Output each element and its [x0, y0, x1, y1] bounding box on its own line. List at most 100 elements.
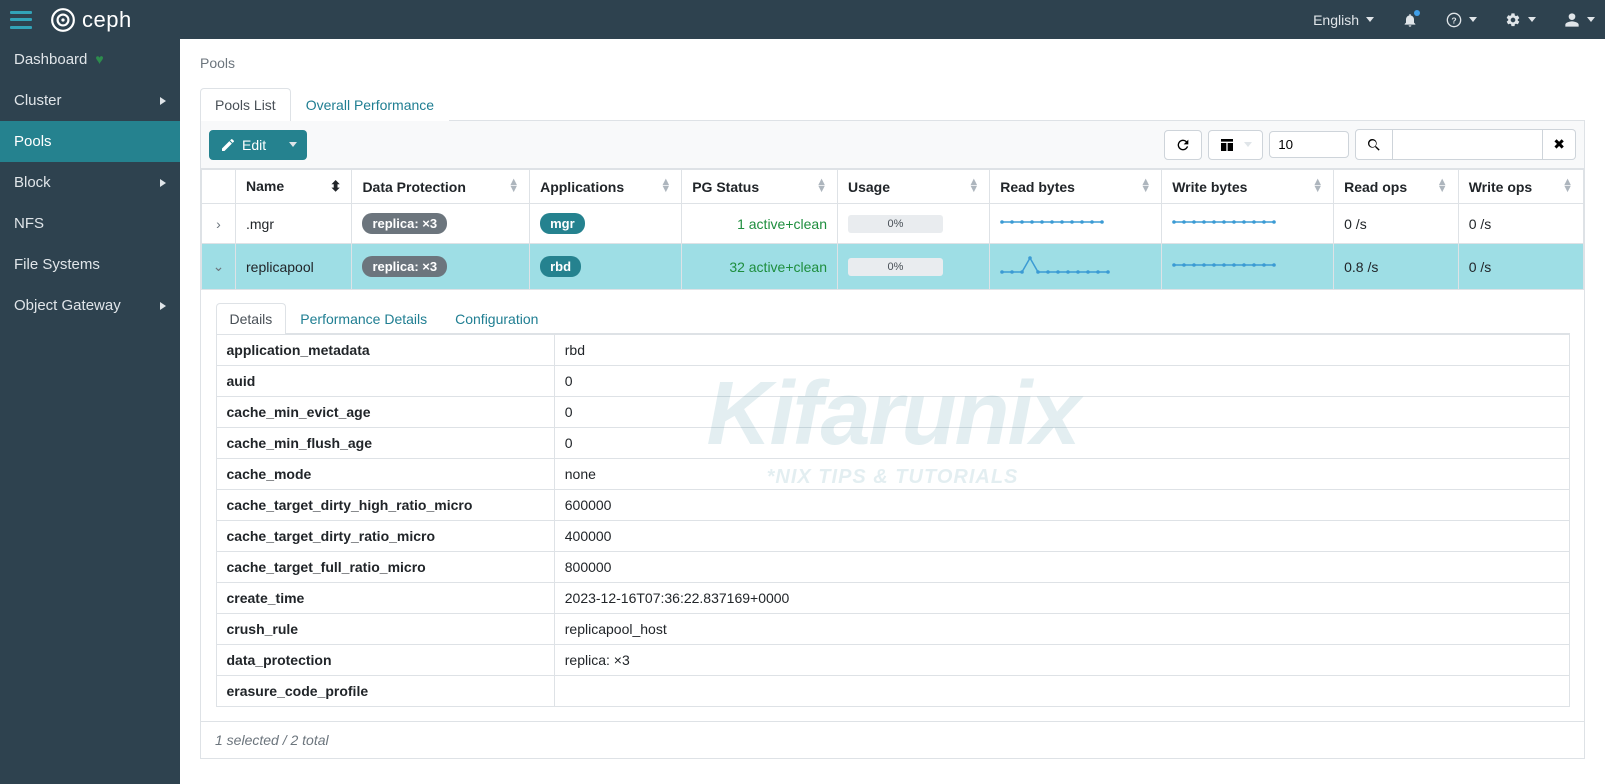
detail-row-item: crush_rulereplicapool_host — [216, 614, 1569, 645]
user-menu[interactable] — [1564, 12, 1595, 28]
detail-row: Details Performance Details Configuratio… — [202, 290, 1584, 722]
col-pg-status[interactable]: PG Status▲▼ — [682, 170, 838, 204]
sidebar-item-block[interactable]: Block — [0, 162, 180, 203]
col-usage[interactable]: Usage▲▼ — [838, 170, 990, 204]
table-row[interactable]: ⌄ replicapool replica: ×3 rbd 32 active+… — [202, 244, 1584, 290]
page-size-input[interactable] — [1269, 131, 1349, 158]
col-write-ops[interactable]: Write ops▲▼ — [1458, 170, 1583, 204]
col-write-bytes[interactable]: Write bytes▲▼ — [1162, 170, 1334, 204]
detail-row-item: erasure_code_profile — [216, 676, 1569, 707]
sort-icon: ▲▼ — [1140, 179, 1151, 193]
cell-dp: replica: ×3 — [352, 204, 530, 244]
detail-row-item: cache_min_flush_age0 — [216, 428, 1569, 459]
sort-icon: ▲▼ — [968, 179, 979, 193]
cell-read-ops: 0.8 /s — [1334, 244, 1459, 290]
chevron-right-icon — [160, 92, 166, 109]
table-row[interactable]: › .mgr replica: ×3 mgr 1 active+clean 0%… — [202, 204, 1584, 244]
toolbar: Edit ✖ — [201, 121, 1584, 169]
edit-button[interactable]: Edit — [209, 130, 277, 160]
subtab-details[interactable]: Details — [216, 303, 287, 334]
sort-icon: ▲▼ — [660, 179, 671, 193]
sparkline-icon — [1000, 212, 1110, 232]
main-content: Kifarunix *NIX TIPS & TUTORIALS Pools Po… — [180, 39, 1605, 784]
sidebar-item-objectgateway[interactable]: Object Gateway — [0, 285, 180, 326]
bell-icon — [1402, 12, 1418, 28]
top-nav: ceph English ? — [0, 0, 1605, 39]
logo[interactable]: ceph — [50, 7, 132, 33]
sidebar-item-nfs[interactable]: NFS — [0, 203, 180, 244]
cell-apps: mgr — [530, 204, 682, 244]
detail-row-item: cache_target_dirty_high_ratio_micro60000… — [216, 490, 1569, 521]
refresh-icon — [1175, 137, 1191, 153]
col-name[interactable]: Name ⬍ — [236, 170, 352, 204]
search-icon — [1366, 137, 1382, 153]
detail-row-item: application_metadatarbd — [216, 335, 1569, 366]
cell-name: .mgr — [236, 204, 352, 244]
hamburger-icon[interactable] — [10, 11, 32, 29]
expand-toggle[interactable]: › — [202, 204, 236, 244]
user-icon — [1564, 12, 1580, 28]
col-read-bytes[interactable]: Read bytes▲▼ — [990, 170, 1162, 204]
cell-usage: 0% — [838, 244, 990, 290]
cell-name: replicapool — [236, 244, 352, 290]
detail-row-item: cache_target_dirty_ratio_micro400000 — [216, 521, 1569, 552]
health-ok-icon: ♥ — [95, 51, 103, 67]
sort-icon: ▲▼ — [508, 179, 519, 193]
sidebar-item-dashboard[interactable]: Dashboard♥ — [0, 39, 180, 80]
sub-tabs: Details Performance Details Configuratio… — [216, 302, 1570, 334]
detail-row-item: cache_min_evict_age0 — [216, 397, 1569, 428]
settings-menu[interactable] — [1505, 12, 1536, 28]
cell-write-ops: 0 /s — [1458, 204, 1583, 244]
cell-read-bytes — [990, 244, 1162, 290]
edit-button-group: Edit — [209, 130, 307, 160]
edit-dropdown-toggle[interactable] — [277, 130, 307, 160]
tab-overall-performance[interactable]: Overall Performance — [291, 88, 449, 121]
cell-dp: replica: ×3 — [352, 244, 530, 290]
main-tabs: Pools List Overall Performance — [200, 87, 1585, 121]
cell-read-bytes — [990, 204, 1162, 244]
col-read-ops[interactable]: Read ops▲▼ — [1334, 170, 1459, 204]
sidebar-item-pools[interactable]: Pools — [0, 121, 180, 162]
help-icon: ? — [1446, 12, 1462, 28]
detail-row-item: auid0 — [216, 366, 1569, 397]
sidebar-item-cluster[interactable]: Cluster — [0, 80, 180, 121]
edit-button-label: Edit — [242, 137, 266, 153]
breadcrumb: Pools — [200, 55, 1585, 71]
gear-icon — [1505, 12, 1521, 28]
logo-text: ceph — [82, 7, 132, 33]
sparkline-icon — [1172, 255, 1282, 275]
cell-pg: 1 active+clean — [682, 204, 838, 244]
cell-write-ops: 0 /s — [1458, 244, 1583, 290]
detail-row-item: cache_target_full_ratio_micro800000 — [216, 552, 1569, 583]
table-icon — [1219, 137, 1235, 153]
sort-icon: ▲▼ — [1562, 179, 1573, 193]
language-selector[interactable]: English — [1313, 12, 1374, 28]
help-menu[interactable]: ? — [1446, 12, 1477, 28]
svg-text:?: ? — [1451, 15, 1456, 25]
chevron-right-icon — [160, 297, 166, 314]
subtab-configuration[interactable]: Configuration — [441, 303, 552, 334]
cell-apps: rbd — [530, 244, 682, 290]
sidebar-item-filesystems[interactable]: File Systems — [0, 244, 180, 285]
cell-pg: 32 active+clean — [682, 244, 838, 290]
expand-toggle[interactable]: ⌄ — [202, 244, 236, 290]
search-group: ✖ — [1355, 129, 1576, 160]
cell-usage: 0% — [838, 204, 990, 244]
detail-row-item: cache_modenone — [216, 459, 1569, 490]
tab-pools-list[interactable]: Pools List — [200, 88, 291, 121]
pencil-icon — [220, 137, 236, 153]
detail-row-item: create_time2023-12-16T07:36:22.837169+00… — [216, 583, 1569, 614]
sort-icon: ▲▼ — [816, 179, 827, 193]
search-button[interactable] — [1355, 129, 1393, 160]
col-applications[interactable]: Applications▲▼ — [530, 170, 682, 204]
pools-table: Name ⬍ Data Protection▲▼ Applications▲▼ … — [201, 169, 1584, 721]
ceph-logo-icon — [50, 7, 76, 33]
notifications-icon[interactable] — [1402, 12, 1418, 28]
columns-button[interactable] — [1208, 130, 1263, 160]
subtab-performance[interactable]: Performance Details — [286, 303, 441, 334]
sort-asc-icon: ⬍ — [330, 178, 342, 195]
search-input[interactable] — [1393, 129, 1543, 160]
clear-search-button[interactable]: ✖ — [1543, 129, 1576, 160]
col-data-protection[interactable]: Data Protection▲▼ — [352, 170, 530, 204]
refresh-button[interactable] — [1164, 130, 1202, 160]
